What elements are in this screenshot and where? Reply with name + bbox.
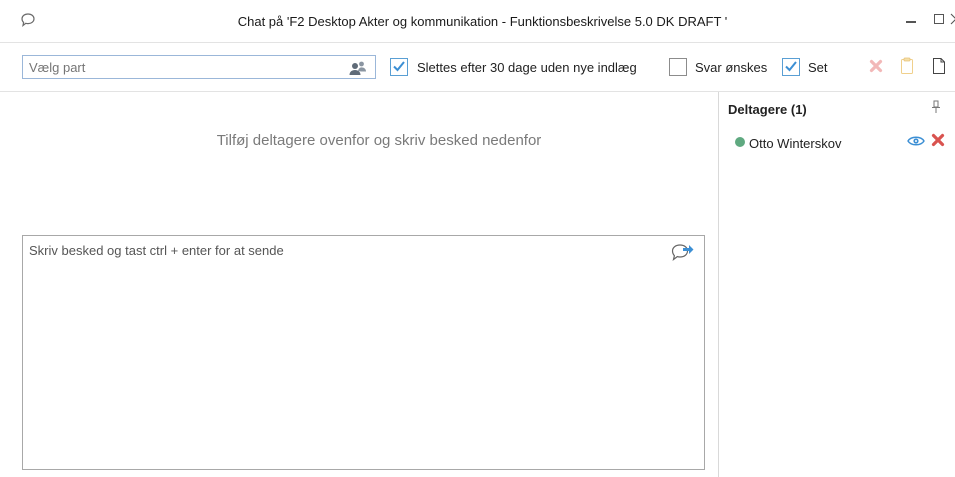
delete-after-30-days-label: Slettes efter 30 dage uden nye indlæg <box>417 60 637 75</box>
checkmark-icon <box>784 59 798 76</box>
people-icon[interactable] <box>349 60 367 79</box>
window-title: Chat på 'F2 Desktop Akter og kommunikati… <box>237 14 728 29</box>
party-selector[interactable] <box>22 55 376 79</box>
toolbar: Slettes efter 30 dage uden nye indlæg Sv… <box>0 42 955 92</box>
delete-after-30-days-checkbox[interactable] <box>390 58 408 76</box>
maximize-icon <box>933 13 945 28</box>
delete-button[interactable] <box>866 56 886 78</box>
close-button[interactable] <box>950 8 955 32</box>
new-document-icon <box>932 57 946 78</box>
reply-requested-label: Svar ønskes <box>695 60 768 75</box>
empty-chat-hint: Tilføj deltagere ovenfor og skriv besked… <box>216 132 542 149</box>
minimize-icon <box>905 13 917 28</box>
minimize-button[interactable] <box>898 8 924 32</box>
reply-requested-checkbox[interactable] <box>669 58 687 76</box>
party-input[interactable] <box>23 56 343 78</box>
delete-x-icon <box>869 59 883 76</box>
close-icon <box>950 13 955 28</box>
seen-checkbox[interactable] <box>782 58 800 76</box>
participant-item[interactable]: Otto Winterskov <box>719 130 955 158</box>
participant-name: Otto Winterskov <box>749 136 842 151</box>
new-document-button[interactable] <box>929 56 949 78</box>
chat-area: Tilføj deltagere ovenfor og skriv besked… <box>0 92 718 477</box>
title-bar: Chat på 'F2 Desktop Akter og kommunikati… <box>0 0 955 42</box>
maximize-button[interactable] <box>926 8 952 32</box>
checkmark-icon <box>392 59 406 76</box>
message-box <box>22 235 705 470</box>
message-input[interactable] <box>23 236 704 469</box>
eye-icon[interactable] <box>907 134 925 151</box>
participants-panel: Deltagere (1) Otto Winterskov <box>718 92 955 477</box>
clipboard-icon <box>900 57 914 78</box>
status-dot <box>735 137 745 147</box>
participants-header: Deltagere (1) <box>728 102 807 117</box>
clipboard-button[interactable] <box>897 56 917 78</box>
pin-icon[interactable] <box>931 100 941 117</box>
send-chat-icon[interactable] <box>670 241 694 266</box>
remove-icon[interactable] <box>931 133 945 150</box>
seen-label: Set <box>808 60 828 75</box>
